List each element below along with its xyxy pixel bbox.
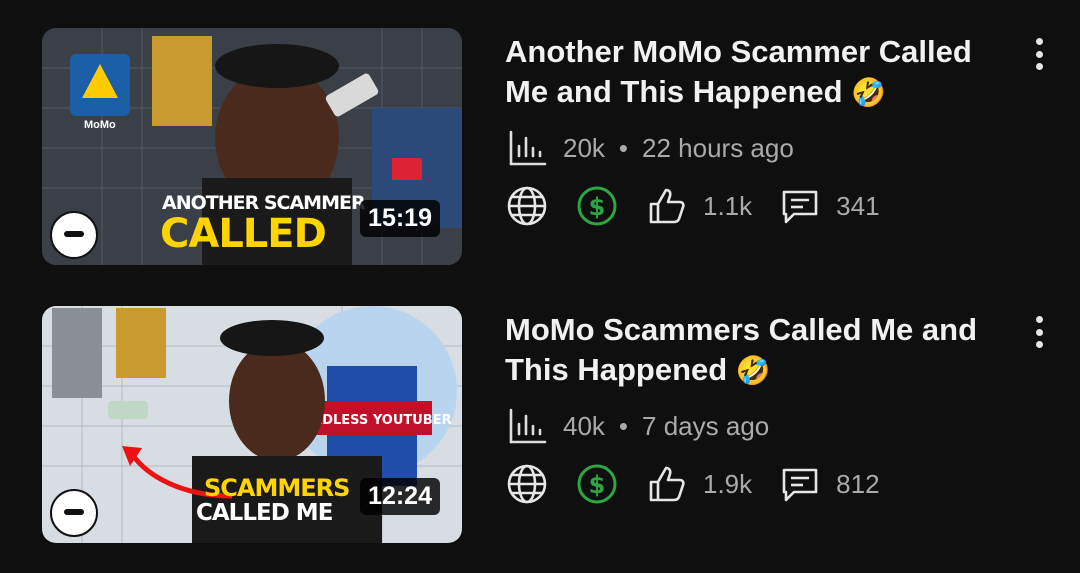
video-thumbnail[interactable]: ANOTHER SCAMMER CALLED MoMo 15:19 (42, 28, 462, 265)
thumbnail-caption-line2: CALLED (160, 211, 327, 257)
more-vert-icon[interactable] (1024, 312, 1054, 352)
channel-avatar (50, 489, 98, 537)
dollar-icon: $ (575, 462, 619, 506)
svg-text:$: $ (589, 193, 606, 221)
video-meta: 40k • 7 days ago (505, 404, 769, 448)
view-count: 20k (563, 132, 605, 163)
video-title-text: Another MoMo Scammer Called Me and This … (505, 34, 972, 109)
svg-text:$: $ (589, 471, 606, 499)
more-vert-icon[interactable] (1024, 34, 1054, 74)
like-count: 1.9k (703, 468, 753, 499)
views-chart-icon (505, 126, 549, 170)
comment-icon (778, 462, 822, 506)
video-thumbnail[interactable]: HEADLESS YOUTUBER SCAMMERS CALLED ME 12:… (42, 306, 462, 543)
video-row[interactable]: HEADLESS YOUTUBER SCAMMERS CALLED ME 12:… (0, 306, 1080, 546)
upload-age: 22 hours ago (642, 132, 794, 163)
thumbnail-caption-line1: SCAMMERS (204, 474, 350, 502)
meta-separator: • (618, 132, 629, 163)
views-chart-icon (505, 404, 549, 448)
thumbs-up-icon (645, 462, 689, 506)
video-stats: $ 1.9k 812 (505, 462, 880, 506)
dollar-icon: $ (575, 184, 619, 228)
globe-icon (505, 462, 549, 506)
comment-icon (778, 184, 822, 228)
thumbnail-caption-line2: CALLED ME (196, 500, 333, 526)
thumbs-up-icon (645, 184, 689, 228)
view-count: 40k (563, 410, 605, 441)
meta-separator: • (618, 410, 629, 441)
globe-icon (505, 184, 549, 228)
duration-badge: 15:19 (360, 200, 440, 237)
comment-count: 341 (836, 190, 880, 221)
video-meta: 20k • 22 hours ago (505, 126, 794, 170)
channel-avatar (50, 211, 98, 259)
video-title[interactable]: Another MoMo Scammer Called Me and This … (505, 32, 985, 113)
duration-badge: 12:24 (360, 478, 440, 515)
video-stats: $ 1.1k 341 (505, 184, 880, 228)
video-title[interactable]: MoMo Scammers Called Me and This Happene… (505, 310, 985, 391)
upload-age: 7 days ago (642, 410, 770, 441)
comment-count: 812 (836, 468, 880, 499)
like-count: 1.1k (703, 190, 753, 221)
rofl-emoji: 🤣 (735, 355, 771, 386)
thumbnail-logo-text: MoMo (84, 119, 116, 131)
video-row[interactable]: ANOTHER SCAMMER CALLED MoMo 15:19 Anothe… (0, 28, 1080, 268)
rofl-emoji: 🤣 (851, 77, 887, 108)
